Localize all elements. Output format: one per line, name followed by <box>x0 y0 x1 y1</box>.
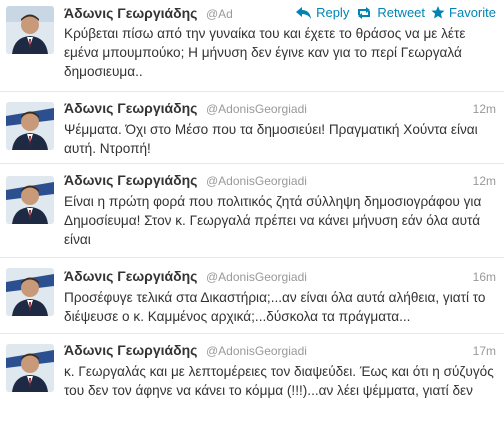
tweet-item[interactable]: Άδωνις Γεωργιάδης @AdonisGeorgiadi 16m Π… <box>0 258 504 334</box>
avatar[interactable] <box>6 344 54 392</box>
author-name[interactable]: Άδωνις Γεωργιάδης <box>64 100 197 116</box>
author-name[interactable]: Άδωνις Γεωργιάδης <box>64 5 197 21</box>
author-handle[interactable]: @AdonisGeorgiadi <box>206 102 307 116</box>
tweet-timestamp[interactable]: 17m <box>473 344 496 358</box>
avatar-image <box>6 268 54 316</box>
author-name[interactable]: Άδωνις Γεωργιάδης <box>64 172 197 188</box>
favorite-button[interactable]: Favorite <box>431 5 496 20</box>
reply-label: Reply <box>316 5 350 20</box>
tweet-text: κ. Γεωργαλάς και με λεπτομέρειες τον δια… <box>64 364 494 398</box>
avatar-image <box>6 176 54 224</box>
author-handle[interactable]: @AdonisGeorgiadi <box>206 270 307 284</box>
tweet-timeline: Άδωνις Γεωργιάδης @Ad Reply Retweet Favo… <box>0 0 504 423</box>
favorite-icon <box>431 6 445 19</box>
author-handle[interactable]: @Ad <box>206 7 233 21</box>
tweet-item[interactable]: Άδωνις Γεωργιάδης @Ad Reply Retweet Favo… <box>0 0 504 92</box>
author-handle[interactable]: @AdonisGeorgiadi <box>206 344 307 358</box>
tweet-item[interactable]: Άδωνις Γεωργιάδης @AdonisGeorgiadi 12m Ψ… <box>0 92 504 164</box>
tweet-timestamp[interactable]: 12m <box>473 174 496 188</box>
avatar-image <box>6 6 54 54</box>
tweet-text: Προσέφυγε τελικά στα Δικαστήρια;...αν εί… <box>64 290 486 324</box>
author-name[interactable]: Άδωνις Γεωργιάδης <box>64 268 197 284</box>
retweet-label: Retweet <box>377 5 426 20</box>
avatar-image <box>6 344 54 392</box>
retweet-button[interactable]: Retweet <box>355 5 425 20</box>
tweet-item[interactable]: Άδωνις Γεωργιάδης @AdonisGeorgiadi 17m κ… <box>0 334 504 423</box>
tweet-item[interactable]: Άδωνις Γεωργιάδης @AdonisGeorgiadi 12m Ε… <box>0 164 504 258</box>
avatar[interactable] <box>6 268 54 316</box>
author-handle[interactable]: @AdonisGeorgiadi <box>206 174 307 188</box>
avatar[interactable] <box>6 176 54 224</box>
avatar[interactable] <box>6 102 54 150</box>
tweet-timestamp[interactable]: 12m <box>473 102 496 116</box>
reply-icon <box>296 6 312 19</box>
tweet-timestamp[interactable]: 16m <box>473 270 496 284</box>
avatar[interactable] <box>6 6 54 54</box>
favorite-label: Favorite <box>449 5 496 20</box>
tweet-text: Ψέμματα. Όχι στο Μέσο που τα δημοσιεύει!… <box>64 122 478 156</box>
avatar-image <box>6 102 54 150</box>
tweet-actions: Reply Retweet Favorite <box>296 5 496 20</box>
reply-button[interactable]: Reply <box>296 5 349 20</box>
retweet-icon <box>358 6 371 19</box>
tweet-text: Είναι η πρώτη φορά που πολιτικός ζητά σύ… <box>64 194 482 247</box>
tweet-text: Κρύβεται πίσω από την γυναίκα του και έχ… <box>64 26 466 79</box>
author-name[interactable]: Άδωνις Γεωργιάδης <box>64 342 197 358</box>
